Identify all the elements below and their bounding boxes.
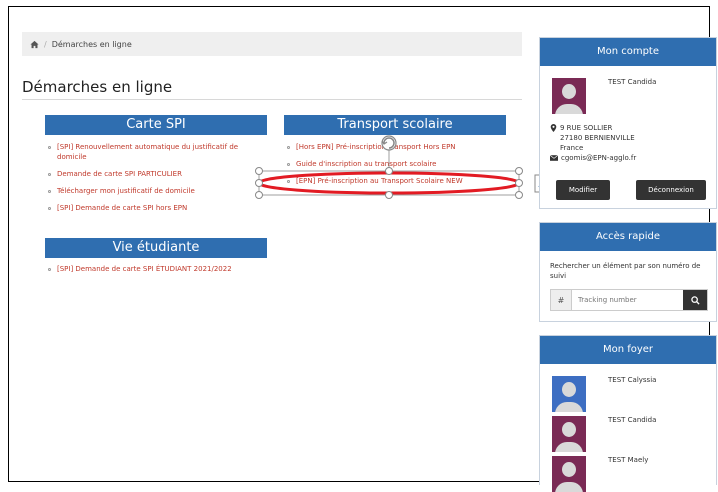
account-panel: Mon compte TEST Candida 9 RUE SOLLIER 27… [539, 37, 717, 209]
link-carte-etudiant[interactable]: [SPI] Demande de carte SPI ÉTUDIANT 2021… [45, 264, 285, 274]
account-address-line1-row: 9 RUE SOLLIER [550, 124, 612, 132]
member-name-maely[interactable]: TEST Maely [608, 456, 648, 464]
account-name: TEST Candida [608, 78, 657, 86]
tracking-prefix: # [551, 290, 572, 310]
resize-handle-sw[interactable] [255, 191, 263, 199]
household-panel: Mon foyer TEST Calyssia TEST Candida TES… [539, 335, 717, 492]
account-email: cgomis@EPN-agglo.fr [561, 154, 637, 162]
quick-access-description: Rechercher un élément par son numéro de … [550, 262, 701, 280]
resize-handle-w[interactable] [255, 179, 263, 187]
household-title: Mon foyer [540, 336, 716, 364]
member-avatar-calyssia [552, 376, 586, 412]
rotate-handle-icon[interactable] [381, 135, 397, 151]
resize-handle-e[interactable] [515, 179, 523, 187]
account-address-line2: 27180 BERNIENVILLE [560, 134, 635, 142]
envelope-icon [550, 155, 558, 161]
quick-access-title: Accès rapide [540, 223, 716, 251]
account-avatar [552, 78, 586, 114]
member-name-candida[interactable]: TEST Candida [608, 416, 656, 424]
quick-access-panel: Accès rapide Rechercher un élément par s… [539, 222, 717, 322]
section-header-vie-etudiante: Vie étudiante [45, 238, 267, 258]
tracking-number-input[interactable] [572, 290, 683, 310]
resize-handle-s[interactable] [385, 191, 393, 199]
member-avatar-candida [552, 416, 586, 452]
account-email-row: cgomis@EPN-agglo.fr [550, 154, 636, 162]
resize-handle-ne[interactable] [515, 167, 523, 175]
member-avatar-maely [552, 456, 586, 492]
search-icon [690, 295, 700, 305]
tracking-search-group: # [550, 289, 708, 311]
modifier-button[interactable]: Modifier [556, 180, 610, 200]
resize-handle-n[interactable] [385, 167, 393, 175]
resize-handle-se[interactable] [515, 191, 523, 199]
deconnexion-button[interactable]: Déconnexion [636, 180, 706, 200]
account-address-line1: 9 RUE SOLLIER [560, 124, 613, 132]
account-panel-title: Mon compte [540, 38, 716, 66]
highlight-ellipse [257, 171, 521, 195]
account-country: France [560, 144, 584, 152]
member-name-calyssia[interactable]: TEST Calyssia [608, 376, 656, 384]
resize-handle-nw[interactable] [255, 167, 263, 175]
search-button[interactable] [683, 290, 707, 310]
vie-etudiante-list: [SPI] Demande de carte SPI ÉTUDIANT 2021… [45, 264, 285, 281]
map-marker-icon [550, 124, 557, 132]
